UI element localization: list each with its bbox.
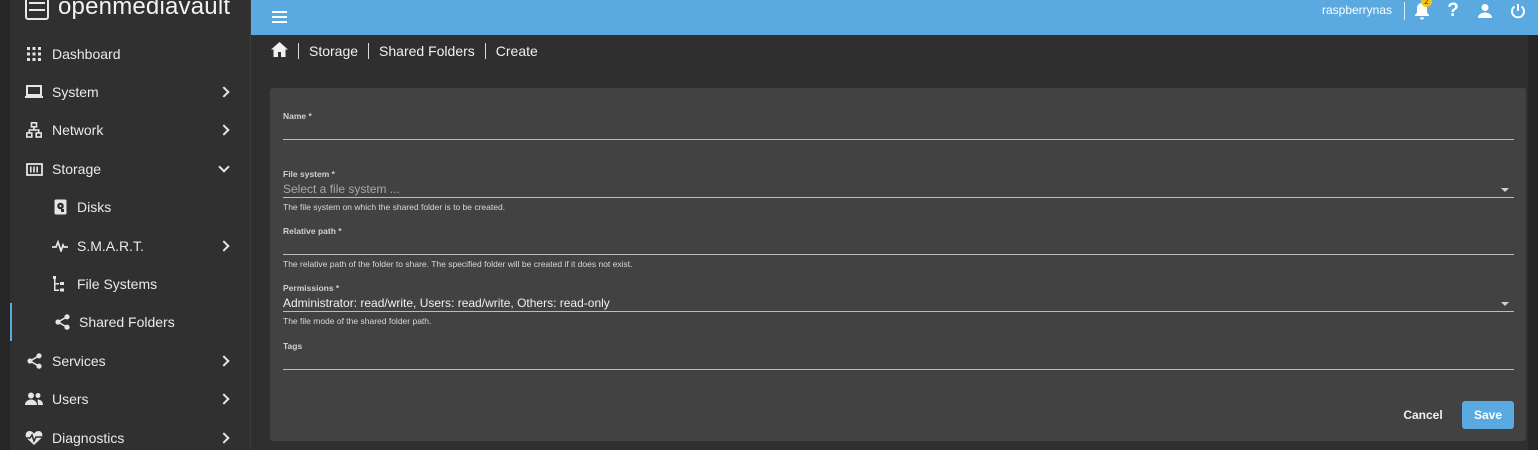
share-icon xyxy=(53,313,71,331)
sidebar-item-network[interactable]: Network xyxy=(10,111,250,149)
name-underline xyxy=(283,139,1514,140)
chevron-right-icon xyxy=(218,86,230,98)
sidebar-item-file-systems[interactable]: File Systems xyxy=(10,265,250,303)
chevron-right-icon xyxy=(218,432,230,444)
tags-input[interactable] xyxy=(283,354,1514,368)
sidebar-item-disks[interactable]: Disks xyxy=(10,188,250,226)
chevron-right-icon xyxy=(218,393,230,405)
chevron-right-icon xyxy=(218,240,230,252)
grid-icon xyxy=(25,45,43,63)
chevron-down-icon xyxy=(218,161,230,173)
top-bar: raspberrynas 2 ? xyxy=(251,0,1538,35)
sidebar-item-label: S.M.A.R.T. xyxy=(77,238,144,254)
home-icon[interactable] xyxy=(271,42,288,60)
sidebar-item-label: Users xyxy=(52,391,89,407)
create-shared-folder-form: Name * File system * Select a file syste… xyxy=(270,88,1526,441)
sidebar-item-label: Network xyxy=(52,122,104,138)
sidebar-item-diagnostics[interactable]: Diagnostics xyxy=(10,419,250,450)
tags-field[interactable]: Tags xyxy=(283,341,1514,370)
name-label: Name * xyxy=(283,111,312,121)
pulse-icon xyxy=(51,237,69,255)
relative-path-underline xyxy=(283,254,1514,255)
sidebar-item-users[interactable]: Users xyxy=(10,380,250,418)
brand-name: openmediavault xyxy=(58,0,231,20)
sidebar-item-label: File Systems xyxy=(77,276,158,292)
brand[interactable]: openmediavault xyxy=(25,0,230,22)
permissions-underline xyxy=(283,311,1514,312)
sidebar-item-system[interactable]: System xyxy=(10,73,250,111)
storage-icon xyxy=(25,160,43,178)
dropdown-caret-icon[interactable] xyxy=(1501,302,1509,306)
filesystem-select[interactable]: Select a file system ... xyxy=(283,182,1514,196)
sidebar-item-label: Dashboard xyxy=(52,46,121,62)
tags-label: Tags xyxy=(283,341,303,351)
sidebar-item-dashboard[interactable]: Dashboard xyxy=(10,35,250,73)
sidebar-item-storage[interactable]: Storage xyxy=(10,150,250,188)
help-icon[interactable]: ? xyxy=(1443,0,1463,21)
sidebar-item-label: Shared Folders xyxy=(79,314,175,330)
breadcrumb: Storage Shared Folders Create xyxy=(271,42,538,60)
permissions-field[interactable]: Permissions * Administrator: read/write,… xyxy=(283,283,1514,326)
relative-path-input[interactable] xyxy=(283,239,1514,253)
sidebar-item-label: Storage xyxy=(52,161,102,177)
sidebar-item-label: Disks xyxy=(77,199,112,215)
sidebar-edge xyxy=(0,0,10,450)
permissions-hint: The file mode of the shared folder path. xyxy=(283,316,432,326)
breadcrumb-create: Create xyxy=(495,43,538,59)
header-divider xyxy=(1404,2,1405,20)
sidebar-item-label: Services xyxy=(52,353,106,369)
save-button[interactable]: Save xyxy=(1462,401,1514,429)
menu-icon[interactable] xyxy=(272,11,287,23)
dropdown-caret-icon[interactable] xyxy=(1501,188,1509,192)
laptop-icon xyxy=(25,83,43,101)
relative-path-label: Relative path * xyxy=(283,226,342,236)
filesystem-underline xyxy=(283,197,1514,198)
disk-icon xyxy=(51,198,69,216)
users-icon xyxy=(25,390,43,408)
breadcrumb-storage[interactable]: Storage xyxy=(309,43,358,59)
chevron-right-icon xyxy=(218,124,230,136)
scrollbar-track[interactable] xyxy=(1528,35,1538,450)
logo-icon xyxy=(25,0,49,20)
tree-icon xyxy=(51,275,69,293)
power-icon[interactable] xyxy=(1508,1,1528,21)
filesystem-label: File system * xyxy=(283,169,335,179)
relative-path-field[interactable]: Relative path * The relative path of the… xyxy=(283,226,1514,269)
cancel-button[interactable]: Cancel xyxy=(1396,402,1450,428)
filesystem-hint: The file system on which the shared fold… xyxy=(283,202,506,212)
heartbeat-icon xyxy=(25,429,43,447)
breadcrumb-separator xyxy=(298,43,299,59)
sidebar-item-services[interactable]: Services xyxy=(10,342,250,380)
sidebar-item-label: Diagnostics xyxy=(52,430,125,446)
network-icon xyxy=(25,121,43,139)
tags-underline xyxy=(283,369,1514,370)
sidebar-item-label: System xyxy=(52,84,99,100)
sidebar-item-shared-folders[interactable]: Shared Folders xyxy=(10,303,250,341)
user-icon[interactable] xyxy=(1475,1,1495,21)
relative-path-hint: The relative path of the folder to share… xyxy=(283,259,633,269)
breadcrumb-separator xyxy=(484,43,486,59)
hostname: raspberrynas xyxy=(1321,3,1392,17)
name-input[interactable] xyxy=(283,124,1514,138)
share-icon xyxy=(25,352,43,370)
breadcrumb-separator xyxy=(368,43,370,59)
sidebar-item-smart[interactable]: S.M.A.R.T. xyxy=(10,227,250,265)
name-field[interactable]: Name * xyxy=(283,111,1514,140)
permissions-select[interactable]: Administrator: read/write, Users: read/w… xyxy=(283,296,1514,310)
chevron-right-icon xyxy=(218,355,230,367)
permissions-label: Permissions * xyxy=(283,283,340,293)
sidebar: openmediavault Dashboard System Network … xyxy=(0,0,251,450)
breadcrumb-shared-folders[interactable]: Shared Folders xyxy=(379,43,475,59)
filesystem-field[interactable]: File system * Select a file system ... T… xyxy=(283,169,1514,212)
